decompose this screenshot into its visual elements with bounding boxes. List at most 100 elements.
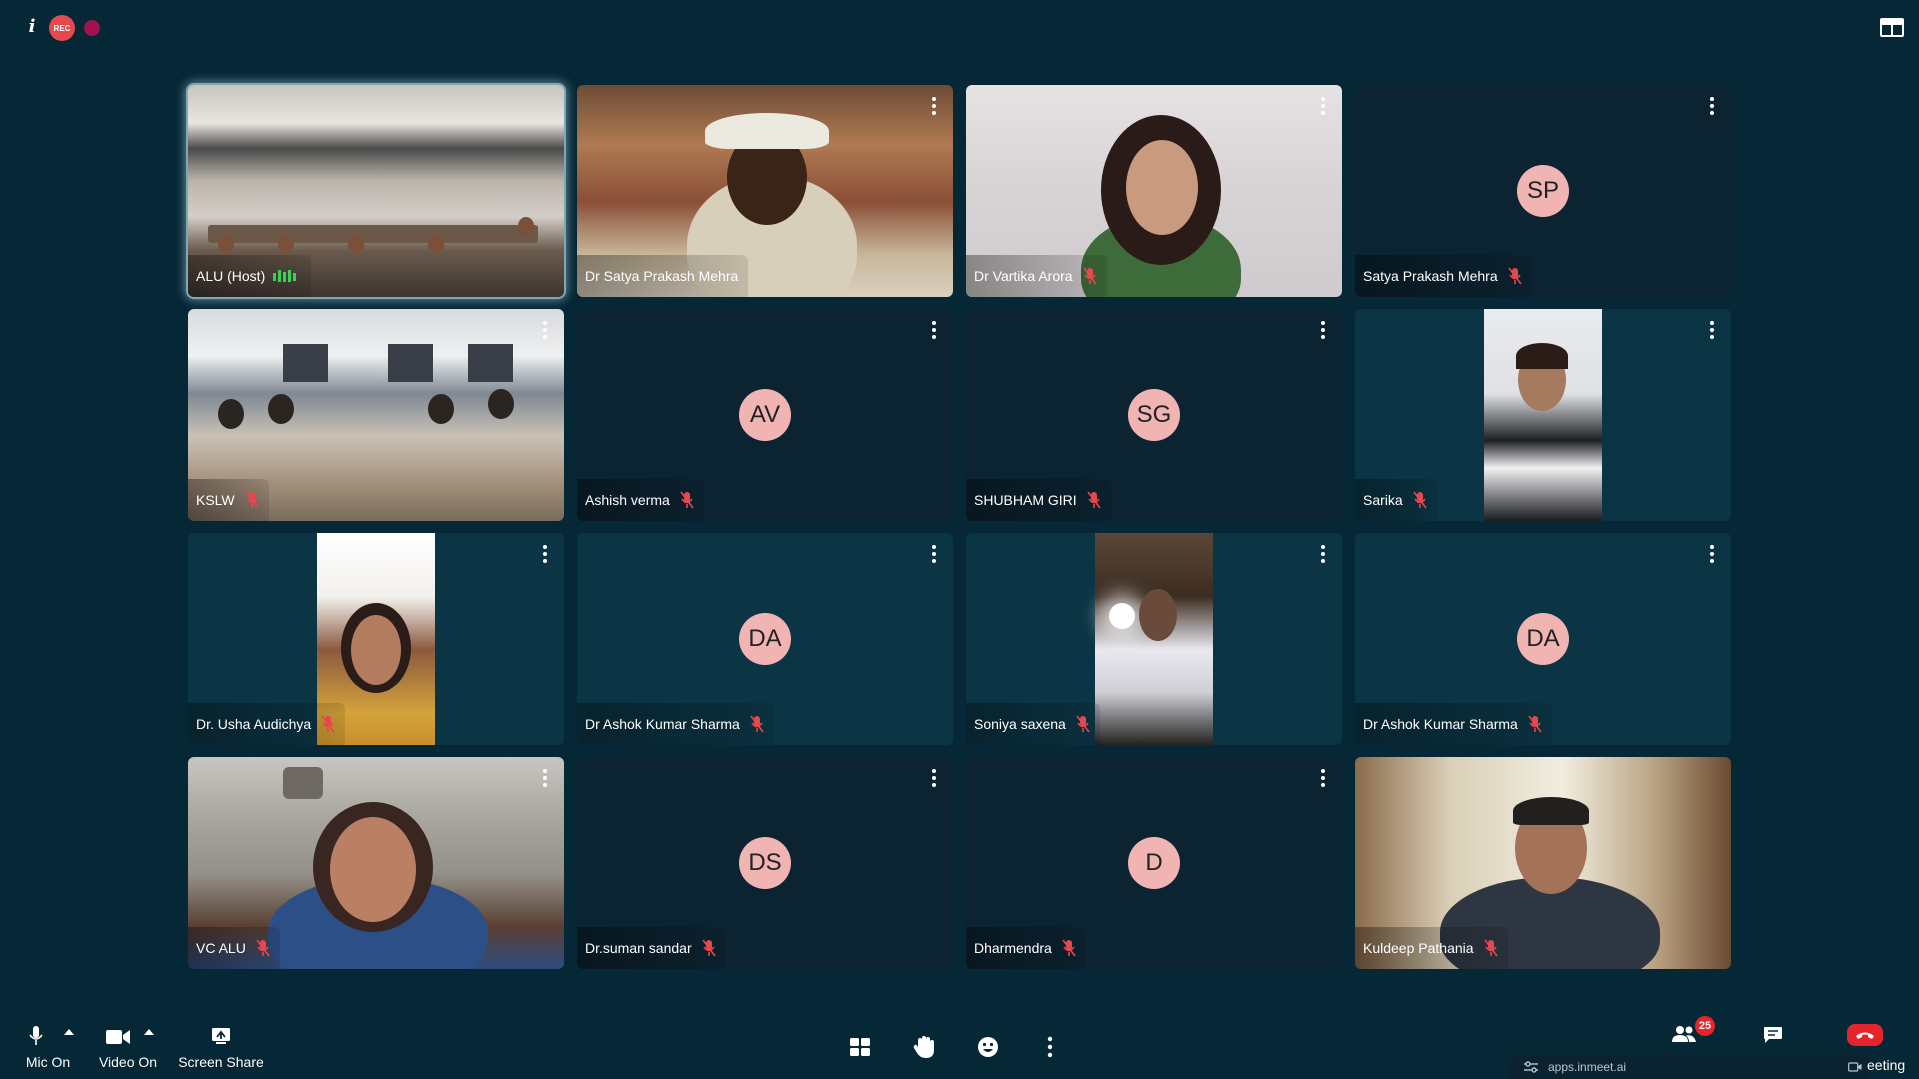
more-options-icon[interactable] (930, 769, 938, 789)
participant-name-chip: ALU (Host) (188, 255, 312, 297)
more-options-icon[interactable] (1708, 97, 1716, 117)
participant-name: Dr Vartika Arora (974, 268, 1073, 284)
mic-off-icon (680, 491, 694, 509)
mic-off-icon (1082, 267, 1097, 285)
microphone-icon (29, 1026, 43, 1045)
screen-share-button[interactable]: Screen Share (172, 1026, 270, 1076)
participant-name-chip: Dr Ashok Kumar Sharma (1355, 703, 1552, 745)
mic-off-icon (1076, 715, 1090, 733)
raise-hand-icon[interactable] (910, 1034, 938, 1060)
browser-url-strip: apps.inmeet.ai (1510, 1054, 1870, 1079)
participant-name: Dr. Usha Audichya (196, 716, 312, 732)
mic-options-caret-icon[interactable] (64, 1029, 74, 1035)
participant-tile[interactable]: KSLW (188, 309, 564, 521)
more-options-icon[interactable] (930, 321, 938, 341)
participant-video (1095, 533, 1213, 745)
participant-name: Kuldeep Pathania (1363, 940, 1474, 956)
more-options-icon[interactable] (1708, 321, 1716, 341)
participant-name: Dr Ashok Kumar Sharma (1363, 716, 1518, 732)
more-options-icon[interactable] (541, 321, 549, 341)
more-options-icon[interactable] (930, 545, 938, 565)
audio-level-icon (273, 270, 297, 282)
participant-avatar: AV (739, 389, 791, 441)
participant-name: Dr Satya Prakash Mehra (585, 268, 739, 284)
mic-off-icon (256, 939, 270, 957)
participant-tile[interactable]: AV Ashish verma (577, 309, 953, 521)
video-options-caret-icon[interactable] (144, 1029, 154, 1035)
participant-tile[interactable]: Soniya saxena (966, 533, 1342, 745)
participant-tile[interactable]: DS Dr.suman sandar (577, 757, 953, 969)
mic-off-icon (1528, 715, 1542, 733)
mic-off-icon (701, 939, 716, 957)
participant-name-chip: Dharmendra (966, 927, 1086, 969)
participant-tile[interactable]: DA Dr Ashok Kumar Sharma (1355, 533, 1731, 745)
more-options-icon[interactable] (541, 769, 549, 789)
video-camera-icon (106, 1030, 130, 1044)
participant-tile[interactable]: Sarika (1355, 309, 1731, 521)
mic-off-icon (1413, 491, 1427, 509)
more-options-icon[interactable] (1708, 545, 1716, 565)
mic-off-icon (1087, 491, 1101, 509)
participant-name-chip: Satya Prakash Mehra (1355, 255, 1532, 297)
participant-tile[interactable]: Dr Satya Prakash Mehra (577, 85, 953, 297)
participant-tile[interactable]: SP Satya Prakash Mehra (1355, 85, 1731, 297)
recording-indicator-icon (84, 20, 100, 36)
participant-video (1484, 309, 1602, 521)
participant-grid: ALU (Host) Dr Satya Prakash Mehra Dr Var… (188, 85, 1733, 969)
camera-in-use-icon[interactable] (1848, 1061, 1862, 1072)
mic-off-icon (1507, 267, 1522, 285)
participants-icon[interactable] (1672, 1025, 1696, 1043)
mic-off-icon (1062, 939, 1076, 957)
participant-name: Dr.suman sandar (585, 940, 692, 956)
more-options-icon[interactable] (1319, 545, 1327, 565)
more-options-icon[interactable] (1319, 321, 1327, 341)
participant-name-chip: Dr Vartika Arora (966, 255, 1107, 297)
reactions-emoji-icon[interactable] (974, 1034, 1002, 1060)
participant-tile[interactable]: Kuldeep Pathania (1355, 757, 1731, 969)
participant-avatar: SG (1128, 389, 1180, 441)
more-options-icon[interactable] (1319, 97, 1327, 117)
participant-tile[interactable]: Dr Vartika Arora (966, 85, 1342, 297)
video-label: Video On (98, 1054, 158, 1070)
mic-off-icon (750, 715, 764, 733)
more-options-icon[interactable] (541, 545, 549, 565)
end-call-button[interactable] (1847, 1024, 1883, 1046)
more-options-icon[interactable] (930, 97, 938, 117)
participant-name-chip: Ashish verma (577, 479, 704, 521)
participant-avatar: D (1128, 837, 1180, 889)
participant-name: Soniya saxena (974, 716, 1066, 732)
participant-tile[interactable]: DA Dr Ashok Kumar Sharma (577, 533, 953, 745)
participant-name: Ashish verma (585, 492, 670, 508)
participant-name-chip: Dr.suman sandar (577, 927, 726, 969)
participant-avatar: DA (1517, 613, 1569, 665)
participant-tile[interactable]: VC ALU (188, 757, 564, 969)
screen-share-icon (212, 1028, 230, 1044)
grid-view-icon[interactable] (846, 1034, 874, 1060)
chat-icon[interactable] (1763, 1026, 1783, 1044)
top-bar: i REC (0, 0, 1919, 56)
mic-label: Mic On (25, 1054, 71, 1070)
participant-name: Satya Prakash Mehra (1363, 268, 1498, 284)
participant-name: Dharmendra (974, 940, 1052, 956)
participant-name-chip: Soniya saxena (966, 703, 1100, 745)
more-options-vertical-icon[interactable] (1036, 1034, 1064, 1060)
participant-tile[interactable]: Dr. Usha Audichya (188, 533, 564, 745)
recording-badge: REC (49, 15, 75, 41)
end-meeting-label-fragment: eeting (1867, 1057, 1906, 1073)
participant-tile[interactable]: ALU (Host) (188, 85, 564, 297)
participant-name-chip: Dr. Usha Audichya (188, 703, 346, 745)
participant-tile[interactable]: D Dharmendra (966, 757, 1342, 969)
participant-name: SHUBHAM GIRI (974, 492, 1077, 508)
site-settings-icon[interactable] (1524, 1060, 1538, 1073)
info-icon[interactable]: i (24, 16, 40, 38)
participant-name-chip: VC ALU (188, 927, 280, 969)
layout-icon[interactable] (1880, 18, 1904, 37)
participant-name-chip: Sarika (1355, 479, 1437, 521)
participant-name: KSLW (196, 492, 235, 508)
participant-name: Sarika (1363, 492, 1403, 508)
participant-name-chip: Dr Ashok Kumar Sharma (577, 703, 774, 745)
more-options-icon[interactable] (1319, 769, 1327, 789)
site-url[interactable]: apps.inmeet.ai (1548, 1060, 1626, 1074)
participant-tile[interactable]: SG SHUBHAM GIRI (966, 309, 1342, 521)
participant-avatar: DA (739, 613, 791, 665)
